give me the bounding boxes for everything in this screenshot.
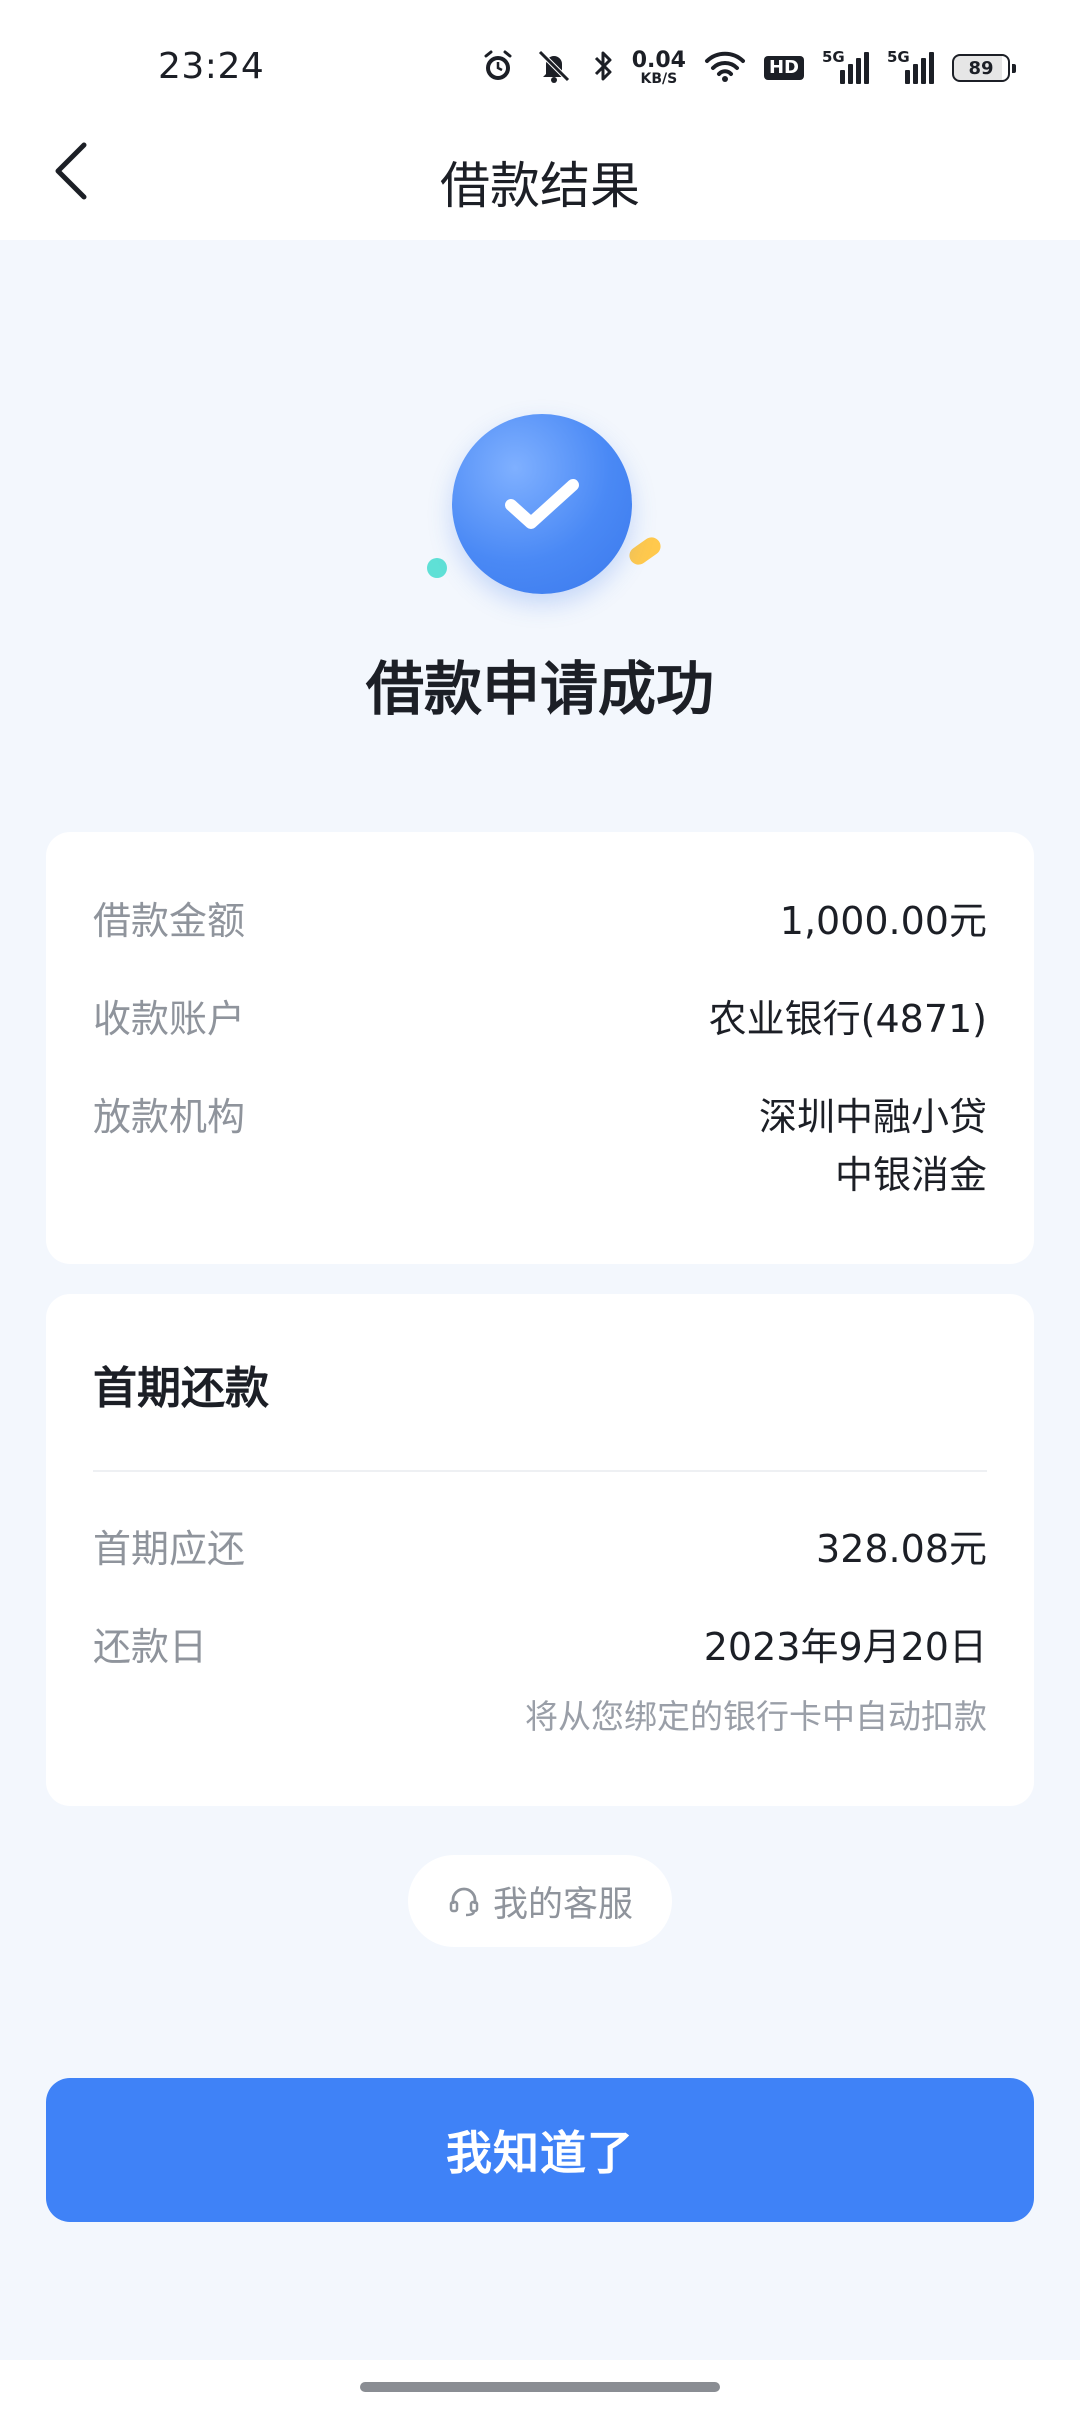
wifi-icon — [704, 49, 746, 87]
customer-service-button[interactable]: 我的客服 — [408, 1855, 672, 1947]
decor-dot-yellow — [625, 533, 665, 569]
detail-value: 1,000.00元 — [779, 899, 987, 943]
success-section: 借款申请成功 — [0, 380, 1080, 740]
net-speed: 0.04 KB/S — [631, 48, 686, 87]
detail-label: 首期应还 — [93, 1527, 246, 1571]
headset-icon — [449, 1887, 479, 1917]
status-time: 23:24 — [158, 46, 265, 87]
lender-line-2: 中银消金 — [834, 1153, 987, 1197]
customer-service-label: 我的客服 — [492, 1884, 633, 1925]
detail-value: 深圳中融小贷 中银消金 — [759, 1088, 987, 1204]
detail-label: 放款机构 — [93, 1095, 246, 1139]
mute-icon — [534, 48, 574, 88]
nav-header: 借款结果 — [0, 100, 1080, 240]
divider — [93, 1470, 987, 1472]
detail-label: 还款日 — [93, 1625, 208, 1669]
battery-icon: 89 — [952, 54, 1016, 82]
lender-line-1: 深圳中融小贷 — [758, 1095, 987, 1139]
net-speed-unit: KB/S — [640, 71, 678, 87]
first-repayment-card: 首期还款 首期应还 328.08元 还款日 2023年9月20日 将从您绑定的银… — [46, 1294, 1034, 1806]
repayment-row-date: 还款日 2023年9月20日 — [93, 1618, 987, 1676]
status-icons: 0.04 KB/S HD 5G 5G 89 — [480, 46, 1016, 90]
signal-icon-sim2: 5G — [887, 48, 934, 84]
detail-label: 借款金额 — [93, 899, 246, 943]
home-indicator[interactable] — [360, 2382, 720, 2392]
decor-dot-teal — [427, 558, 447, 578]
navigation-bar — [0, 2360, 1080, 2412]
alarm-icon — [480, 48, 516, 88]
net-speed-value: 0.04 — [631, 48, 686, 73]
hd-badge: HD — [763, 56, 804, 80]
bluetooth-icon — [592, 48, 614, 88]
detail-value: 328.08元 — [816, 1527, 987, 1571]
detail-row-lender: 放款机构 深圳中融小贷 中银消金 — [93, 1088, 987, 1204]
auto-debit-note: 将从您绑定的银行卡中自动扣款 — [525, 1697, 987, 1736]
signal-icon-sim1: 5G — [822, 48, 869, 84]
loan-details-card: 借款金额 1,000.00元 收款账户 农业银行(4871) 放款机构 深圳中融… — [46, 832, 1034, 1264]
confirm-button[interactable]: 我知道了 — [46, 2078, 1034, 2222]
success-check-icon — [452, 414, 632, 594]
repayment-row-amount: 首期应还 328.08元 — [93, 1520, 987, 1578]
page-title: 借款结果 — [440, 157, 640, 215]
success-title: 借款申请成功 — [365, 655, 714, 723]
battery-level: 89 — [968, 57, 994, 79]
section-title: 首期还款 — [93, 1363, 269, 1414]
detail-label: 收款账户 — [93, 997, 246, 1041]
detail-value: 2023年9月20日 — [703, 1625, 987, 1669]
detail-row-amount: 借款金额 1,000.00元 — [93, 892, 987, 950]
detail-row-account: 收款账户 农业银行(4871) — [93, 990, 987, 1048]
detail-value: 农业银行(4871) — [708, 997, 987, 1041]
